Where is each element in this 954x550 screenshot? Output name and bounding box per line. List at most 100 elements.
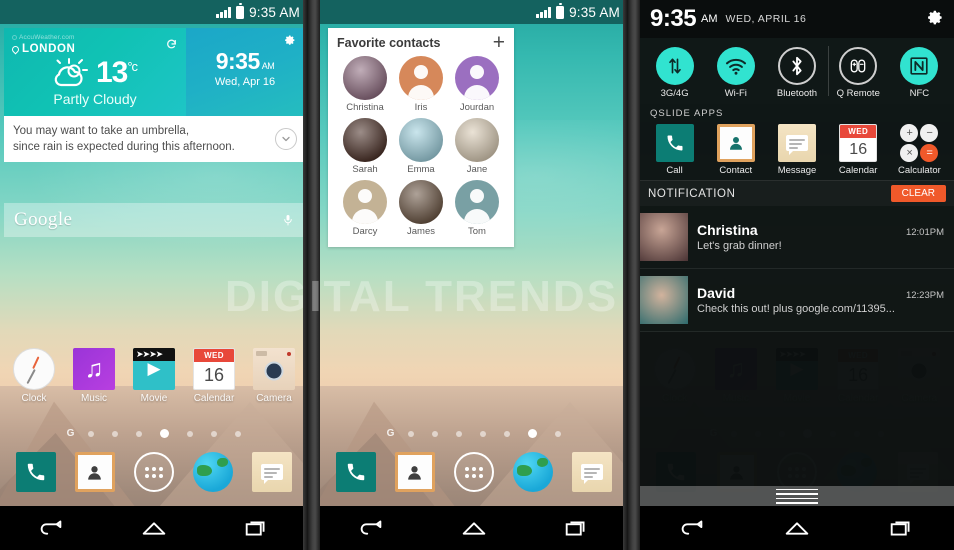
avatar bbox=[399, 180, 443, 224]
toggle-label: Wi-Fi bbox=[724, 88, 747, 99]
app-drawer-icon bbox=[144, 466, 163, 478]
home-app-row: Clock ♫ Music ➤➤➤➤ ▶ Movie WED 16 Calenda… bbox=[0, 348, 308, 404]
dock-messaging[interactable] bbox=[252, 452, 293, 492]
page-dot[interactable] bbox=[504, 430, 511, 437]
page-dot[interactable] bbox=[211, 430, 218, 437]
google-search-bar[interactable]: Google bbox=[4, 203, 304, 237]
toggle-label: Q Remote bbox=[836, 88, 880, 99]
dock-messaging[interactable] bbox=[572, 452, 613, 492]
toggle-q-remote[interactable]: Q Remote bbox=[828, 47, 889, 99]
chevron-down-icon[interactable] bbox=[275, 128, 297, 150]
recents-icon[interactable] bbox=[887, 516, 917, 540]
favorite-contact[interactable]: Jane bbox=[449, 118, 505, 175]
recents-icon[interactable] bbox=[562, 516, 592, 540]
microphone-icon[interactable] bbox=[282, 211, 294, 229]
refresh-icon[interactable] bbox=[165, 38, 178, 51]
qslide-contact[interactable]: Contact bbox=[705, 124, 766, 176]
qslide-label: Call bbox=[666, 165, 683, 176]
recents-icon[interactable] bbox=[242, 516, 272, 540]
contacts-icon bbox=[716, 124, 755, 162]
calculator-icon: + − × = bbox=[900, 124, 939, 162]
app-camera[interactable]: Camera bbox=[246, 348, 302, 404]
phone-screen-notification-shade: Clock ♫ Music ➤➤➤➤▶ Movie WED 16 Calenda… bbox=[640, 0, 954, 550]
dock-browser[interactable] bbox=[193, 452, 234, 492]
qslide-call[interactable]: Call bbox=[644, 124, 705, 176]
page-indicator[interactable]: G bbox=[0, 428, 308, 439]
home-icon[interactable] bbox=[459, 516, 489, 540]
dock-contacts[interactable] bbox=[74, 452, 115, 492]
favorite-contact[interactable]: James bbox=[393, 180, 449, 237]
avatar bbox=[343, 118, 387, 162]
dock-contacts[interactable] bbox=[394, 452, 435, 492]
dock-app-drawer[interactable] bbox=[133, 452, 174, 492]
page-dot[interactable] bbox=[187, 430, 194, 437]
toggle-bluetooth[interactable]: Bluetooth bbox=[766, 47, 827, 99]
advisory-line-2: since rain is expected during this after… bbox=[13, 141, 235, 153]
page-dot-active[interactable] bbox=[160, 429, 170, 438]
favorite-contact[interactable]: Tom bbox=[449, 180, 505, 237]
favorite-contact[interactable]: Jourdan bbox=[449, 56, 505, 113]
status-bar-clock: 9:35 AM bbox=[569, 4, 620, 20]
page-dot[interactable] bbox=[136, 430, 143, 437]
page-dot[interactable] bbox=[88, 430, 95, 437]
contact-name: Jane bbox=[466, 164, 488, 175]
page-dot[interactable] bbox=[456, 430, 463, 437]
dock-phone[interactable] bbox=[335, 452, 376, 492]
app-music[interactable]: ♫ Music bbox=[66, 348, 122, 404]
page-dot[interactable] bbox=[408, 430, 415, 437]
notification-item[interactable]: David 12:23PM Check this out! plus google.… bbox=[640, 269, 954, 332]
dock bbox=[0, 452, 308, 492]
app-movie[interactable]: ➤➤➤➤ ▶ Movie bbox=[126, 348, 182, 404]
google-now-page-label[interactable]: G bbox=[387, 428, 395, 439]
gear-icon[interactable] bbox=[283, 35, 296, 48]
music-note-icon: ♫ bbox=[73, 348, 115, 390]
toggle-3g4g[interactable]: 3G/4G bbox=[644, 47, 705, 99]
weather-widget[interactable]: AccuWeather.com LONDON 13°c Partly Cloud… bbox=[4, 28, 304, 162]
dock-browser[interactable] bbox=[513, 452, 554, 492]
app-clock[interactable]: Clock bbox=[6, 348, 62, 404]
page-dot[interactable] bbox=[480, 430, 487, 437]
gear-icon[interactable] bbox=[925, 10, 944, 29]
favorite-contact[interactable]: Iris bbox=[393, 56, 449, 113]
page-dot[interactable] bbox=[112, 430, 119, 437]
notification-item[interactable]: Christina 12:01PM Let's grab dinner! bbox=[640, 206, 954, 269]
back-icon[interactable] bbox=[36, 516, 66, 540]
back-icon[interactable] bbox=[677, 516, 707, 540]
weather-panel[interactable]: AccuWeather.com LONDON 13°c Partly Cloud… bbox=[4, 28, 186, 116]
qslide-apps-row: Call Contact Message WED 16 Calendar + −… bbox=[640, 122, 954, 180]
favorite-contact[interactable]: Christina bbox=[337, 56, 393, 113]
notification-sender: David bbox=[697, 285, 736, 301]
app-calendar[interactable]: WED 16 Calendar bbox=[186, 348, 242, 404]
qslide-calculator[interactable]: + − × = Calculator bbox=[889, 124, 950, 176]
page-dot[interactable] bbox=[432, 430, 439, 437]
page-dot[interactable] bbox=[235, 430, 242, 437]
qslide-message[interactable]: Message bbox=[766, 124, 827, 176]
toggle-wifi[interactable]: Wi-Fi bbox=[705, 47, 766, 99]
home-icon[interactable] bbox=[782, 516, 812, 540]
toggle-nfc[interactable]: NFC bbox=[889, 47, 950, 99]
weather-source: AccuWeather.com bbox=[12, 34, 178, 41]
shade-drag-handle[interactable] bbox=[640, 486, 954, 506]
add-contact-button[interactable]: + bbox=[493, 32, 505, 53]
phone-screen-favorites: 9:35 AM Favorite contacts + Christina Iri… bbox=[320, 0, 628, 550]
dock-phone[interactable] bbox=[15, 452, 56, 492]
contact-name: Sarah bbox=[352, 164, 378, 175]
google-now-page-label[interactable]: G bbox=[67, 428, 75, 439]
dock-app-drawer[interactable] bbox=[453, 452, 494, 492]
page-indicator[interactable]: G bbox=[320, 428, 628, 439]
weather-advisory[interactable]: You may want to take an umbrella, since … bbox=[4, 116, 304, 162]
calendar-day: 16 bbox=[203, 365, 225, 385]
favorite-contact[interactable]: Emma bbox=[393, 118, 449, 175]
favorite-contact[interactable]: Darcy bbox=[337, 180, 393, 237]
favorite-contact[interactable]: Sarah bbox=[337, 118, 393, 175]
notification-list: Christina 12:01PM Let's grab dinner! David 1… bbox=[640, 206, 954, 332]
back-icon[interactable] bbox=[356, 516, 386, 540]
weather-temperature: 13°c bbox=[95, 56, 138, 89]
contact-name: Christina bbox=[346, 102, 384, 113]
clear-button[interactable]: CLEAR bbox=[890, 185, 946, 202]
page-dot-active[interactable] bbox=[528, 429, 538, 438]
clock-panel[interactable]: 9:35 AM Wed, Apr 16 bbox=[186, 28, 304, 116]
qslide-calendar[interactable]: WED 16 Calendar bbox=[828, 124, 889, 176]
home-icon[interactable] bbox=[139, 516, 169, 540]
page-dot[interactable] bbox=[555, 430, 562, 437]
